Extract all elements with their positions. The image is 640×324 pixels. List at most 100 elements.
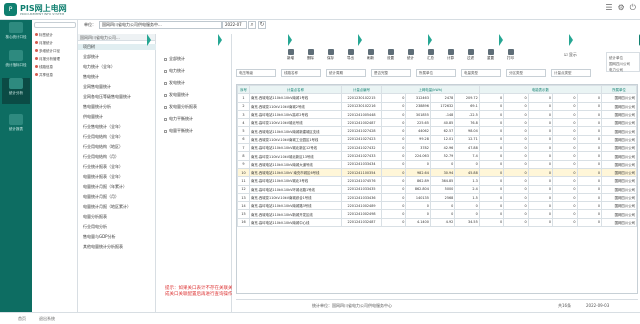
settings-icon[interactable]: ⚙ xyxy=(618,3,625,13)
tree-item[interactable]: 全网售电量统计 xyxy=(83,84,111,90)
filter-type[interactable]: 电量类型 xyxy=(461,69,501,77)
table-row[interactable]: 12 南充.高坪电站110kV.10kV环城北路1号线 2201241033435 0… xyxy=(237,184,637,194)
power-icon[interactable]: ⏻ xyxy=(630,3,636,13)
settings-button[interactable]: 设置 xyxy=(382,49,399,61)
nav-indicator[interactable]: 统计指标口径 xyxy=(2,50,30,68)
table-row[interactable]: 7 南充.高坪电站110kV.10kV城北新区12号线 2201241027432 0… xyxy=(237,143,637,153)
bottom-exit-link[interactable]: 退出系统 xyxy=(39,316,55,322)
tree-right-label: 电量平衡统计 xyxy=(169,128,193,133)
table-row[interactable]: 13 南充.西城变110kV.10kV南城综合1号线 2201241033436 0 1… xyxy=(237,192,637,203)
table-row[interactable]: 6 南充.西城变110kV.10kV南城工业园区1号线 2201241027423 0… xyxy=(237,134,637,145)
menu-search[interactable] xyxy=(34,22,76,28)
table-row[interactable]: 9 南充.西城电站110kV.10kV南城大道号线 2201241033434 0 0 0… xyxy=(237,159,637,169)
tree-right-item[interactable]: 发电统计 xyxy=(164,80,185,86)
tree-item[interactable]: 售电量统计分析 xyxy=(83,104,111,110)
add-button[interactable]: 新增 xyxy=(282,49,299,61)
unit-select[interactable]: 国网四川省电力公司供电服务中... xyxy=(99,21,222,29)
table-row[interactable]: 5 南充.西城电站110kV.10kV南城新建城区支线 2201241027428 0… xyxy=(237,126,637,136)
tree-item[interactable]: 售电量与GDP分析 xyxy=(83,234,116,240)
calc-button[interactable]: 计算 xyxy=(442,49,459,61)
filter-complete[interactable]: 是否完整 xyxy=(371,69,411,77)
tree-item[interactable]: 项目树 xyxy=(78,44,156,50)
table-row[interactable]: 11 南充.高坪电站110kV.10kV城北3号线 2201241074576 0 86… xyxy=(237,176,637,186)
print-button[interactable]: 打印 xyxy=(502,49,519,61)
tree-item[interactable]: 行业用电结构（地区） xyxy=(83,144,123,150)
tree-item[interactable]: 电力统计（全年） xyxy=(83,64,115,70)
tree-item[interactable]: 售电统计 xyxy=(83,74,99,80)
tree-right-item[interactable]: 发电量分析报表 xyxy=(164,104,197,110)
menu-item[interactable]: 共享信息 xyxy=(35,73,53,78)
export-button[interactable]: 导出 xyxy=(342,49,359,61)
reset-button[interactable]: 重置 xyxy=(482,49,499,61)
tree-item[interactable]: 全网各电压等级售电量统计 xyxy=(83,94,131,100)
refresh-icon[interactable]: ↻ xyxy=(258,21,266,29)
tree-item[interactable]: 全部统计 xyxy=(83,54,99,60)
filter-meter[interactable]: 计量点类型 xyxy=(551,69,591,77)
nav-core[interactable]: 核心统计口径 xyxy=(2,22,30,40)
nav-report[interactable]: 统计报表 xyxy=(2,114,30,132)
table-cell: 0 xyxy=(552,201,578,211)
refresh-button[interactable]: 刷新 xyxy=(362,49,379,61)
show-checkbox[interactable]: ☑ 显示 xyxy=(564,52,577,58)
filter-unit[interactable]: 所属单位 xyxy=(416,69,456,77)
table-cell: 0 xyxy=(380,192,407,203)
table-cell: 0 xyxy=(478,109,505,120)
tree-right-item[interactable]: 电力平衡统计 xyxy=(164,116,193,122)
tree-item[interactable]: 电量统计报表（全年） xyxy=(83,174,123,180)
menu-item[interactable]: 月报统计 xyxy=(35,41,53,46)
filter-voltage[interactable]: 电压等级 xyxy=(236,69,276,77)
table-cell: 2201230102216 xyxy=(341,101,382,111)
date-select[interactable]: 2022-07 xyxy=(222,21,247,29)
tree-item[interactable]: 行业售电统计（全年） xyxy=(83,124,123,130)
table-cell: 0 xyxy=(527,209,554,219)
tree-right-item[interactable]: 全部统计 xyxy=(164,56,185,62)
tree-item[interactable]: 行业用电结构（月） xyxy=(83,154,119,160)
tree-right-item[interactable]: 发电量统计 xyxy=(164,92,189,98)
stats-icon xyxy=(407,49,414,55)
filter-area[interactable]: 分区类型 xyxy=(506,69,546,77)
tree-item[interactable]: 行业用电结构（全年） xyxy=(83,134,123,140)
nav-analysis[interactable]: 统计分析 xyxy=(2,78,30,104)
tree-right-item[interactable]: 电力统计 xyxy=(164,68,185,74)
table-row[interactable]: 14 南充.高坪电站110kV.10kV南城路3号线 2201241002489 0 0… xyxy=(237,201,637,211)
filter-line[interactable]: 线路名称 xyxy=(281,69,321,77)
table-cell: 国网四川公司 xyxy=(601,176,637,186)
delete-button[interactable]: 删除 xyxy=(302,49,319,61)
menu-item[interactable]: 多维统计口径 xyxy=(35,49,60,54)
tree-item[interactable]: 行业用电分析 xyxy=(83,224,107,230)
search-icon[interactable]: ⌕ xyxy=(248,21,256,29)
tree-item[interactable]: 行业统计报表（全年） xyxy=(83,164,123,170)
tree-item[interactable]: 供电量统计 xyxy=(83,114,103,120)
tree-item[interactable]: 其他电量统计分析报表 xyxy=(83,244,123,250)
table-row[interactable]: 15 南充.西城电站110kV.10kV新城开发区线 2201241002498 0 0… xyxy=(237,209,637,219)
show-label: 显示 xyxy=(568,52,577,57)
stats-button[interactable]: 统计 xyxy=(402,49,419,61)
menu-item[interactable]: 标签统计 xyxy=(35,33,53,38)
table-cell: 国网四川公司 xyxy=(601,118,637,128)
table-cell: 0 xyxy=(576,209,602,219)
bottom-home-link[interactable]: 首页 xyxy=(18,316,26,322)
table-row[interactable]: 3 南充.高坪电站110kV.10kV高坪2号线 2201241005448 0 301… xyxy=(237,109,637,120)
tree-right-item[interactable]: 电量平衡统计 xyxy=(164,128,193,134)
tool-label: 删除 xyxy=(307,56,314,60)
table-row[interactable]: 2 南充.西城变110kV.10kV南城2号线 2201230102216 0 2388… xyxy=(237,101,637,111)
menu-item[interactable]: 月报分析管理 xyxy=(35,57,60,62)
summary-button[interactable]: 汇总 xyxy=(422,49,439,61)
table-row[interactable]: 1 南充.西城电站110kV.10kV南城1号线 2201230102215 0 312… xyxy=(237,93,637,103)
table-row[interactable]: 8 南充.高坪变110kV.10kV城北新区13号线 2201241027433 0 2… xyxy=(237,151,637,161)
table-row[interactable]: 16 南充.高坪电站110kV.10kV南城中心线 2201241032487 0 4.… xyxy=(237,217,637,228)
filter-period[interactable]: 统计周期 xyxy=(326,69,366,77)
user-icon[interactable]: ☰ xyxy=(605,3,612,13)
header-bar: P PIS网上电网 PROCUREMENT INFO SYSTEM ☰ ⚙ ⏻ xyxy=(0,0,640,20)
filter-button[interactable]: 过滤 xyxy=(462,49,479,61)
table-cell: 南充.高坪电站110kV.10kV城北3号线 xyxy=(249,176,342,186)
menu-item[interactable]: 线路信息 xyxy=(35,65,53,70)
tree-item[interactable]: 电量统计月报（月） xyxy=(83,194,119,200)
tree-item[interactable]: 电量分析报表 xyxy=(83,214,107,220)
table-row[interactable]: 10 南充.西城电站110kV.10kV 南充市城区6号线 220124110035… xyxy=(237,167,637,178)
table-row[interactable]: 4 南充.高坪变110kV.10kV城北号线 2201241002487 0 225.6… xyxy=(237,118,637,128)
table-cell: 国网四川公司 xyxy=(601,159,637,169)
save-button[interactable]: 保存 xyxy=(322,49,339,61)
tree-item[interactable]: 电量统计月报（年累计） xyxy=(83,184,127,190)
tree-item[interactable]: 电量统计月报（地区累计） xyxy=(83,204,131,210)
